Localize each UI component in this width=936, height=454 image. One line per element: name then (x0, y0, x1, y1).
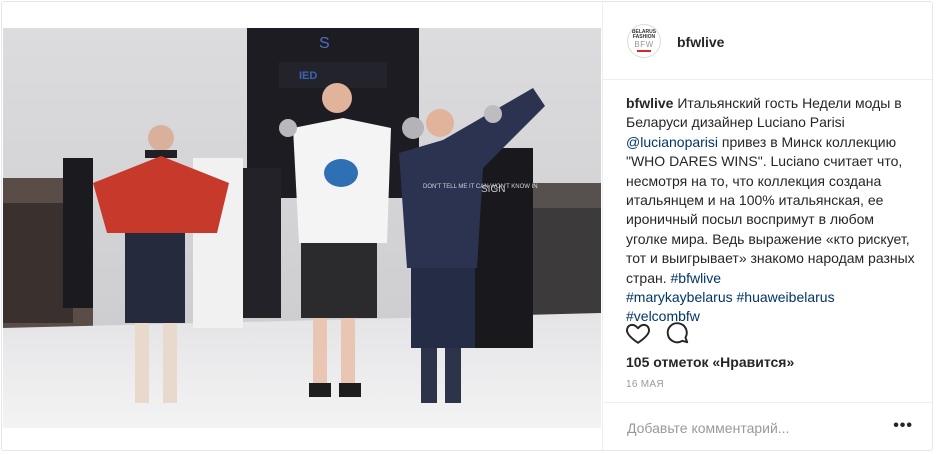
comment-bar: Добавьте комментарий... ••• (603, 402, 932, 450)
post-caption: bfwlive Итальянский гость Недели моды в … (626, 94, 918, 327)
avatar-text-3: BFW (634, 40, 654, 49)
hashtag[interactable]: #bfwlive (671, 270, 722, 286)
comment-input[interactable]: Добавьте комментарий... (627, 418, 887, 438)
post-header: BELARUS FASHION BFW bfwlive (603, 2, 932, 80)
ellipsis-icon[interactable]: ••• (893, 417, 913, 435)
post-sidebar: BELARUS FASHION BFW bfwlive bfwlive Итал… (602, 2, 932, 450)
heart-outline-icon[interactable] (625, 320, 651, 346)
caption-username[interactable]: bfwlive (626, 95, 673, 111)
shirt-print-text: DON'T TELL ME IT CAN WON'T KNOW IN (423, 184, 538, 190)
post-card: IED S SIGN DON'T TELL ME IT CAN WON'T KN… (1, 1, 933, 451)
runway-photo: IED S SIGN DON'T TELL ME IT CAN WON'T KN… (3, 28, 601, 428)
avatar[interactable]: BELARUS FASHION BFW (627, 24, 661, 58)
svg-text:S: S (319, 35, 330, 52)
post-username[interactable]: bfwlive (677, 34, 724, 50)
speech-bubble-icon[interactable] (665, 320, 691, 346)
backdrop-ied-text: IED (299, 70, 317, 82)
hashtag[interactable]: #marykaybelarus (626, 289, 733, 305)
avatar-bar (637, 50, 651, 52)
caption-mention[interactable]: @lucianoparisi (626, 134, 718, 150)
post-image[interactable]: IED S SIGN DON'T TELL ME IT CAN WON'T KN… (3, 28, 601, 428)
post-date[interactable]: 16 МАЯ (626, 379, 664, 390)
hashtag[interactable]: #huaweibelarus (737, 289, 835, 305)
likes-count[interactable]: 105 отметок «Нравится» (626, 354, 794, 370)
caption-text-2: привез в Минск коллекцию "WHO DARES WINS… (626, 133, 915, 286)
